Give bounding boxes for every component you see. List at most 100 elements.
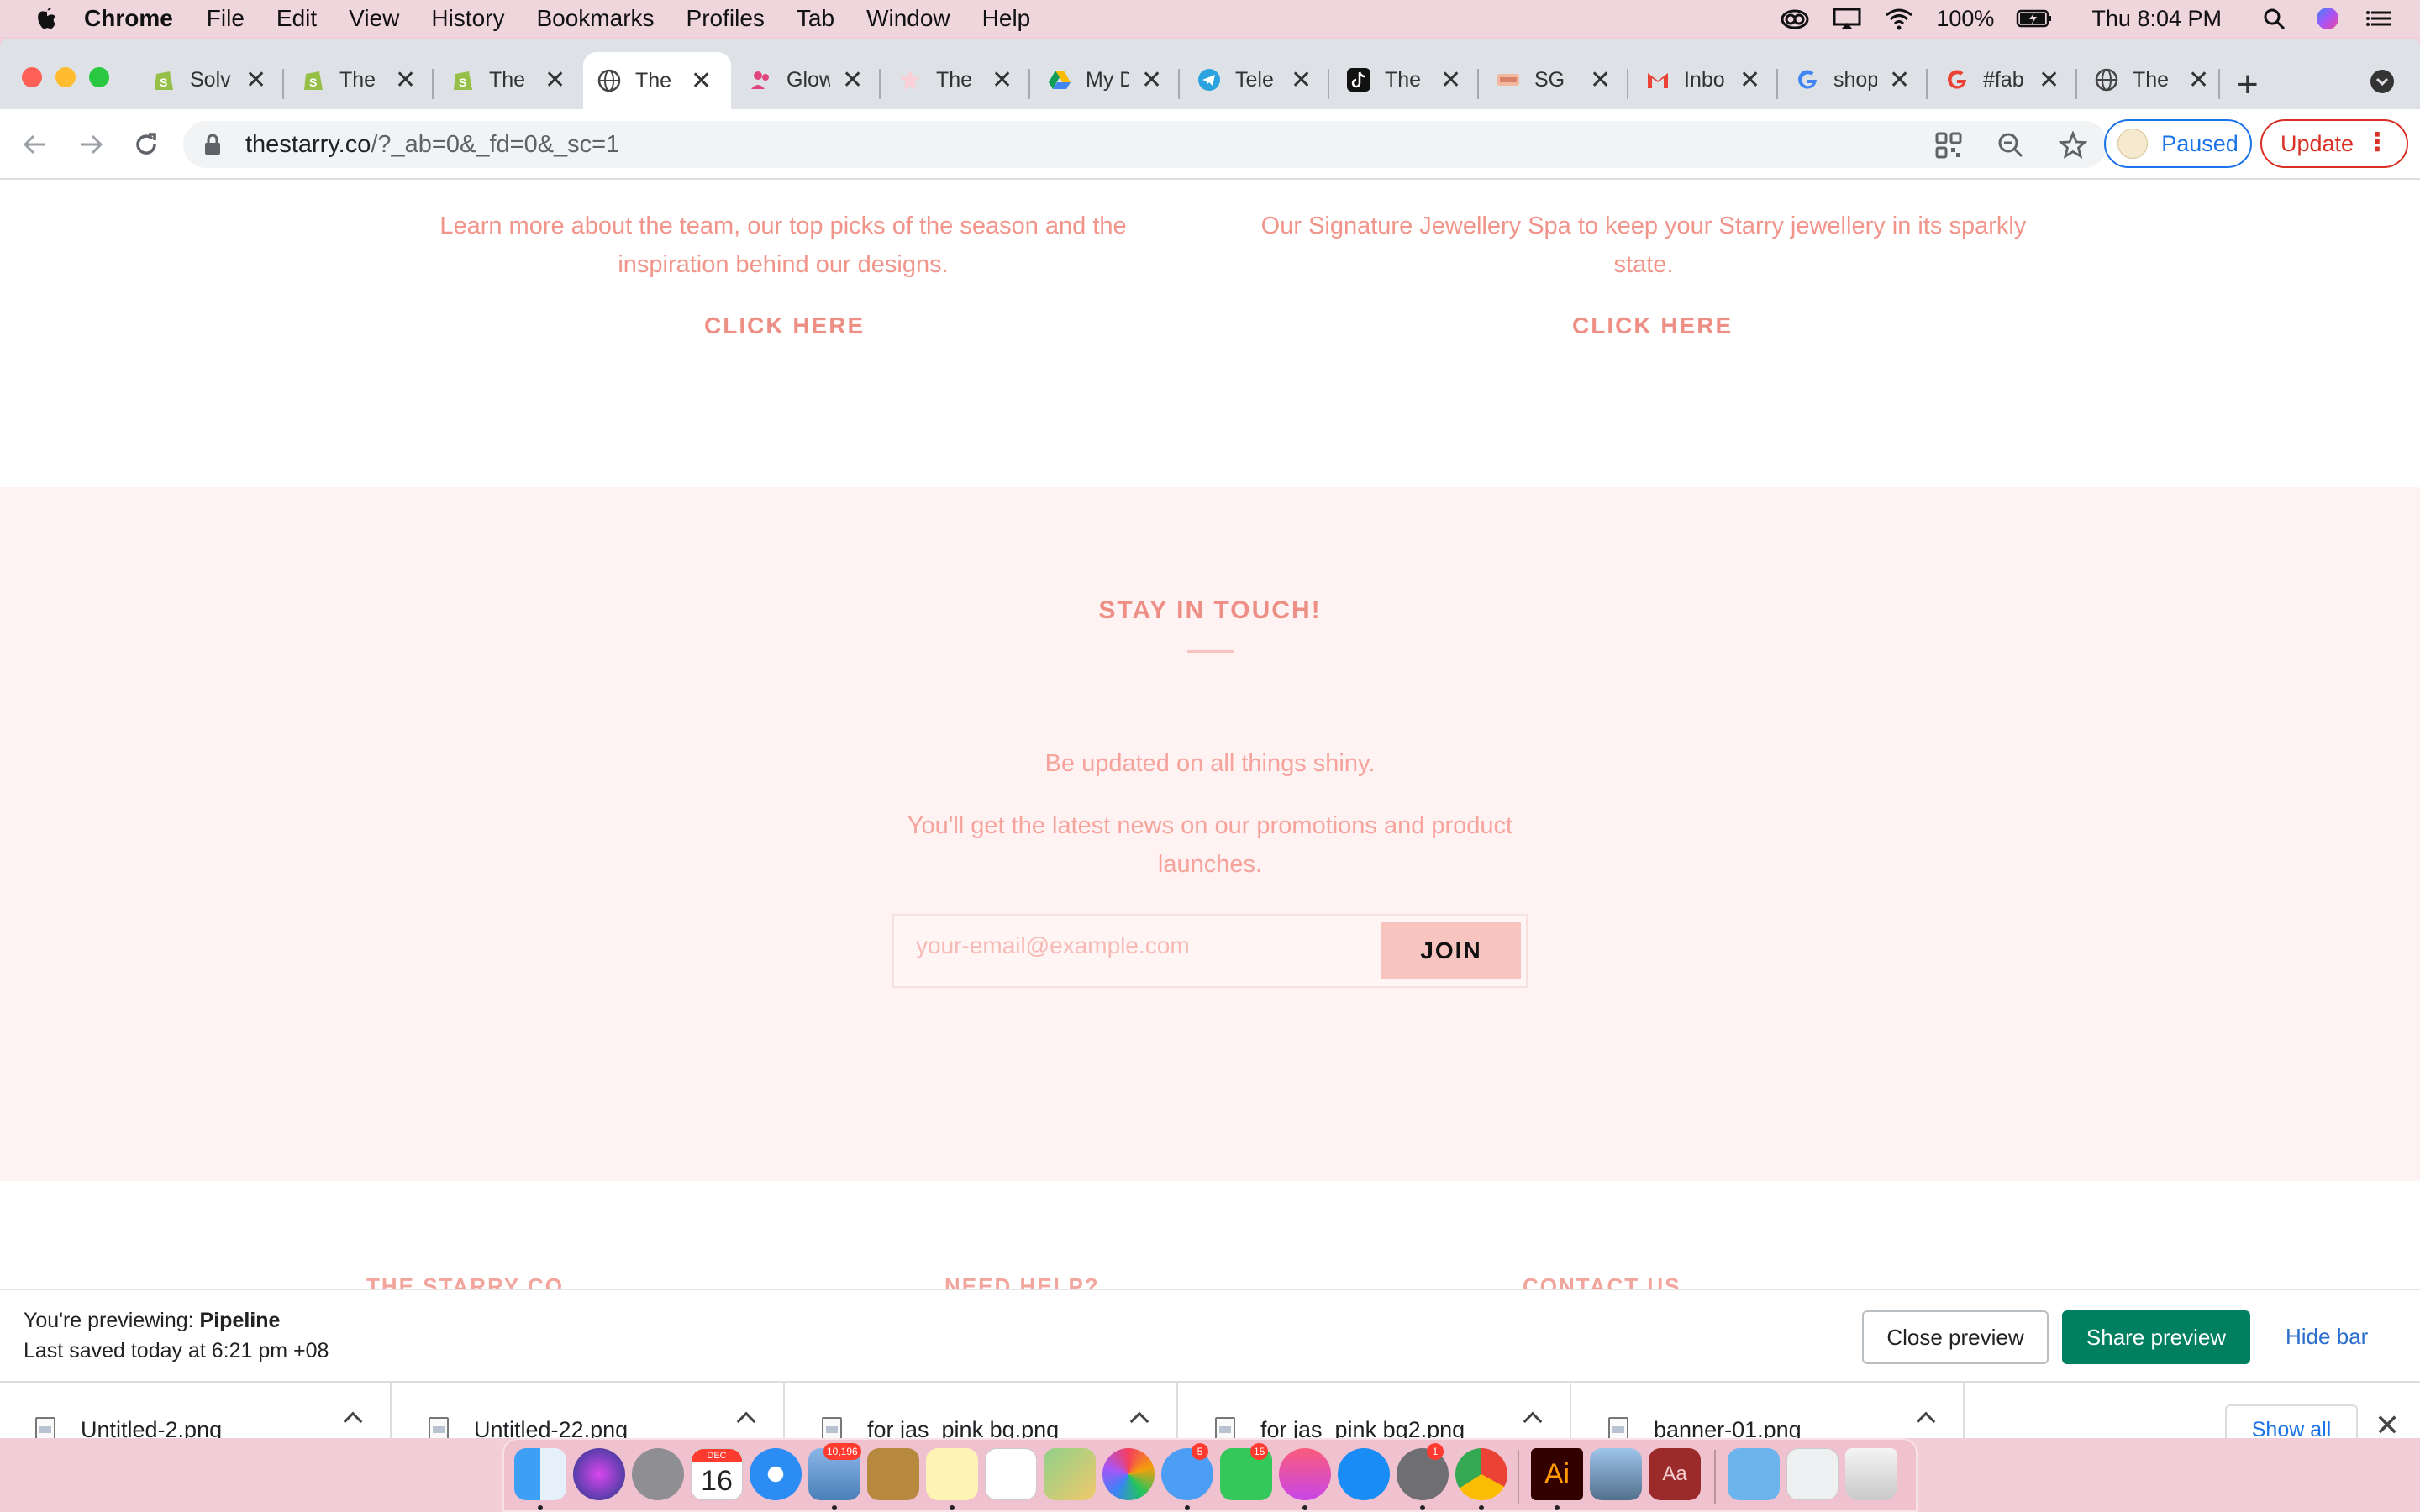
chevron-up-icon[interactable] — [1523, 1411, 1543, 1431]
click-here-spa-link[interactable]: CLICK HERE — [1572, 312, 1733, 339]
address-bar[interactable]: thestarry.co/?_ab=0&_fd=0&_sc=1 — [183, 121, 2107, 168]
email-input[interactable] — [916, 932, 1353, 959]
tab-glow[interactable]: Glow ✕ — [748, 60, 863, 99]
dictionary-icon[interactable]: Aa — [1649, 1448, 1701, 1500]
tab-close-icon[interactable]: ✕ — [2188, 66, 2209, 95]
menu-profiles[interactable]: Profiles — [687, 5, 765, 32]
tab-the-1[interactable]: S The ✕ — [301, 60, 416, 99]
bookmark-star-icon[interactable] — [2059, 131, 2087, 160]
hide-bar-link[interactable]: Hide bar — [2286, 1324, 2368, 1350]
spotlight-search-icon[interactable] — [2260, 7, 2291, 30]
new-tab-plus-icon[interactable]: + — [2237, 64, 2259, 106]
tab-close-icon[interactable]: ✕ — [691, 66, 712, 96]
chevron-up-icon[interactable] — [736, 1411, 756, 1431]
wifi-icon[interactable] — [1884, 7, 1914, 30]
download-item[interactable]: for jas_pink bg2.png — [1180, 1383, 1571, 1438]
lock-icon[interactable] — [203, 134, 222, 155]
tab-close-icon[interactable]: ✕ — [842, 66, 863, 95]
tab-sg[interactable]: SG ✕ — [1496, 60, 1611, 99]
airplay-icon[interactable] — [1832, 7, 1862, 30]
tab-the-star[interactable]: The ✕ — [897, 60, 1013, 99]
notes-book-icon[interactable] — [867, 1448, 919, 1500]
tab-close-icon[interactable]: ✕ — [992, 66, 1013, 95]
tab-the-2[interactable]: S The ✕ — [450, 60, 566, 99]
tab-close-icon[interactable]: ✕ — [1141, 66, 1162, 95]
tab-search-chevron-icon[interactable] — [2370, 69, 2395, 94]
qr-code-icon[interactable] — [1934, 131, 1963, 160]
tab-close-icon[interactable]: ✕ — [544, 66, 566, 95]
tab-telegram[interactable]: Tele ✕ — [1197, 60, 1312, 99]
tab-close-icon[interactable]: ✕ — [1440, 66, 1461, 95]
url-text[interactable]: thestarry.co/?_ab=0&_fd=0&_sc=1 — [245, 131, 619, 159]
menu-window[interactable]: Window — [866, 5, 950, 32]
window-close-button[interactable] — [22, 67, 42, 87]
window-zoom-button[interactable] — [89, 67, 109, 87]
menu-edit[interactable]: Edit — [276, 5, 317, 32]
tab-tiktok[interactable]: The ✕ — [1346, 60, 1461, 99]
tab-solv[interactable]: S Solv ✕ — [151, 60, 266, 99]
menu-help[interactable]: Help — [982, 5, 1031, 32]
chrome-update-button[interactable]: Update ⋮ — [2260, 119, 2408, 168]
window-minimize-button[interactable] — [55, 67, 76, 87]
chevron-up-icon[interactable] — [1916, 1411, 1936, 1431]
menu-history[interactable]: History — [431, 5, 504, 32]
app-store-icon[interactable] — [1338, 1448, 1390, 1500]
tab-the-last[interactable]: The ✕ — [2094, 60, 2209, 99]
tab-google-shop[interactable]: shop ✕ — [1795, 60, 1910, 99]
download-item[interactable]: banner-01.png — [1573, 1383, 1965, 1438]
finder-icon[interactable] — [514, 1448, 566, 1500]
photos-icon[interactable] — [1102, 1448, 1155, 1500]
menubar-clock[interactable]: Thu 8:04 PM — [2091, 6, 2222, 32]
tab-close-icon[interactable]: ✕ — [395, 66, 416, 95]
tab-my-drive[interactable]: My D ✕ — [1047, 60, 1162, 99]
chevron-up-icon[interactable] — [1129, 1411, 1150, 1431]
tab-close-icon[interactable]: ✕ — [1739, 66, 1760, 95]
downloads-stack-icon[interactable] — [1786, 1448, 1839, 1500]
siri-icon[interactable] — [2312, 7, 2343, 30]
battery-icon[interactable] — [2016, 7, 2053, 30]
apple-logo-icon[interactable] — [35, 5, 59, 32]
download-item[interactable]: Untitled-2.png — [0, 1383, 392, 1438]
tab-close-icon[interactable]: ✕ — [1889, 66, 1910, 95]
download-item[interactable]: for jas_pink bg.png — [786, 1383, 1178, 1438]
menu-bookmarks[interactable]: Bookmarks — [536, 5, 654, 32]
menu-app-name[interactable]: Chrome — [84, 5, 173, 32]
kebab-menu-icon[interactable]: ⋮ — [2365, 128, 2390, 157]
applications-folder-icon[interactable] — [1728, 1448, 1780, 1500]
join-button[interactable]: JOIN — [1381, 922, 1521, 979]
reminders-icon[interactable] — [985, 1448, 1037, 1500]
control-center-icon[interactable] — [2365, 7, 2395, 30]
tab-gmail[interactable]: Inbo ✕ — [1645, 60, 1760, 99]
preview-icon[interactable] — [1590, 1448, 1642, 1500]
chrome-dock-icon[interactable] — [1455, 1448, 1507, 1500]
launchpad-icon[interactable] — [632, 1448, 684, 1500]
siri-dock-icon[interactable] — [573, 1448, 625, 1500]
tab-close-icon[interactable]: ✕ — [2039, 66, 2060, 95]
tab-close-icon[interactable]: ✕ — [1590, 66, 1611, 95]
tab-the-active[interactable]: The ✕ — [583, 52, 731, 109]
trash-icon[interactable] — [1845, 1448, 1897, 1500]
forward-arrow-icon[interactable] — [72, 126, 109, 163]
creative-cloud-icon[interactable] — [1780, 7, 1810, 30]
close-preview-button[interactable]: Close preview — [1862, 1310, 2049, 1364]
zoom-out-icon[interactable] — [1996, 131, 2025, 160]
tab-close-icon[interactable]: ✕ — [245, 66, 266, 95]
chevron-up-icon[interactable] — [343, 1411, 363, 1431]
back-arrow-icon[interactable] — [17, 126, 54, 163]
notes-icon[interactable] — [926, 1448, 978, 1500]
click-here-team-link[interactable]: CLICK HERE — [704, 312, 865, 339]
menu-file[interactable]: File — [207, 5, 245, 32]
calendar-icon[interactable]: DEC 16 — [691, 1448, 743, 1500]
tab-google-fab[interactable]: #fab ✕ — [1944, 60, 2060, 99]
music-icon[interactable] — [1279, 1448, 1331, 1500]
maps-icon[interactable] — [1044, 1448, 1096, 1500]
reload-icon[interactable] — [128, 126, 165, 163]
safari-icon[interactable] — [750, 1448, 802, 1500]
profile-paused-button[interactable]: Paused — [2104, 119, 2252, 168]
share-preview-button[interactable]: Share preview — [2062, 1310, 2250, 1364]
close-download-shelf-icon[interactable]: ✕ — [2375, 1408, 2400, 1438]
download-item[interactable]: Untitled-22.png — [393, 1383, 785, 1438]
menu-tab[interactable]: Tab — [797, 5, 834, 32]
illustrator-icon[interactable]: Ai — [1531, 1448, 1583, 1500]
menu-view[interactable]: View — [349, 5, 399, 32]
